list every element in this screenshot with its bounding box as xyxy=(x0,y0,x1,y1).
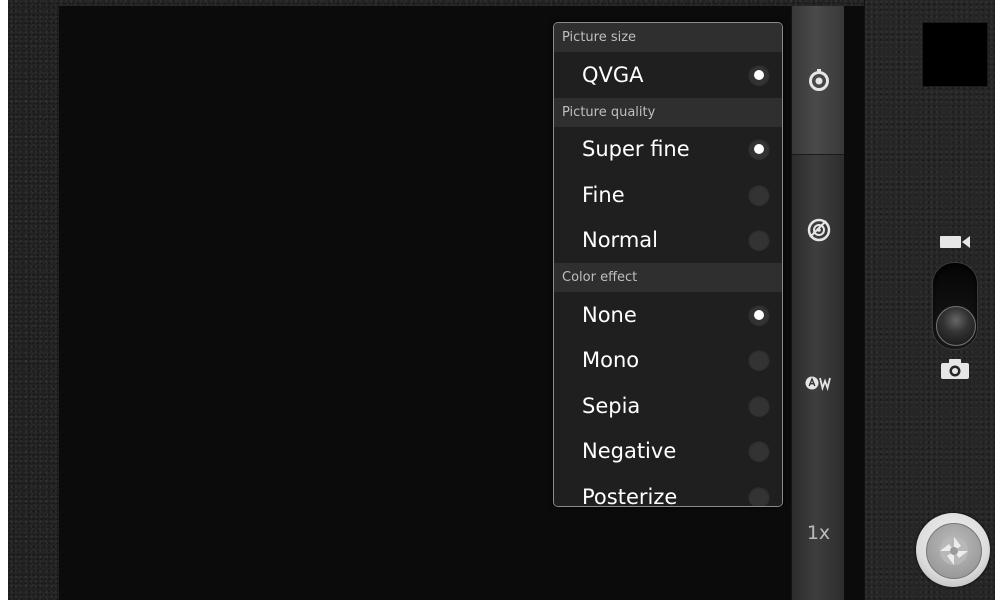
camera-settings-icon xyxy=(808,69,829,91)
section-header-picture-quality: Picture quality xyxy=(554,97,782,127)
shutter-button[interactable] xyxy=(916,513,990,587)
option-label: Sepia xyxy=(582,393,641,418)
video-camera-icon xyxy=(940,236,970,248)
camera-settings-popup: Picture size QVGA Picture quality Super … xyxy=(553,22,783,507)
zoom-level[interactable]: 1x xyxy=(792,522,845,544)
white-balance-auto-icon xyxy=(805,376,831,391)
option-negative[interactable]: Negative xyxy=(554,428,782,474)
option-none[interactable]: None xyxy=(554,292,782,338)
option-label: Fine xyxy=(582,182,625,207)
radio-unselected[interactable] xyxy=(748,440,770,463)
radio-selected[interactable] xyxy=(748,138,770,161)
section-header-picture-size: Picture size xyxy=(554,23,782,52)
camera-icon xyxy=(941,359,969,379)
scene-mode-icon xyxy=(807,218,830,242)
camera-video-mode-switch[interactable] xyxy=(932,262,978,350)
settings-bar-item-white-balance[interactable] xyxy=(792,368,845,398)
shutter-button-inner xyxy=(926,523,982,579)
option-label: QVGA xyxy=(582,62,644,87)
settings-bar: 1x xyxy=(791,6,846,600)
radio-unselected[interactable] xyxy=(748,229,770,252)
settings-bar-item-camera-settings[interactable] xyxy=(792,62,845,98)
option-qvga[interactable]: QVGA xyxy=(554,52,782,98)
option-label: Super fine xyxy=(582,137,690,162)
viewfinder-right-edge xyxy=(844,6,864,600)
option-label: Normal xyxy=(582,228,658,253)
left-edge xyxy=(0,0,8,600)
option-label: Posterize xyxy=(582,484,678,507)
section-header-color-effect: Color effect xyxy=(554,263,782,292)
settings-bar-item-scene-mode[interactable] xyxy=(792,212,845,248)
option-fine[interactable]: Fine xyxy=(554,172,782,218)
last-photo-thumbnail[interactable] xyxy=(922,22,988,87)
radio-unselected[interactable] xyxy=(748,349,770,372)
mode-video-option[interactable] xyxy=(938,232,972,252)
option-label: Negative xyxy=(582,439,677,464)
radio-unselected[interactable] xyxy=(748,394,770,417)
radio-unselected[interactable] xyxy=(748,485,770,506)
camera-screen: 1x Picture size QVGA Picture quality Sup… xyxy=(0,0,995,600)
option-label: Mono xyxy=(582,348,640,373)
radio-unselected[interactable] xyxy=(748,183,770,206)
aperture-icon xyxy=(940,537,968,565)
mode-camera-option[interactable] xyxy=(939,357,971,381)
option-normal[interactable]: Normal xyxy=(554,217,782,263)
radio-selected[interactable] xyxy=(748,303,770,326)
option-super-fine[interactable]: Super fine xyxy=(554,126,782,172)
option-sepia[interactable]: Sepia xyxy=(554,383,782,429)
radio-selected[interactable] xyxy=(748,63,770,86)
option-label: None xyxy=(582,302,637,327)
option-mono[interactable]: Mono xyxy=(554,337,782,383)
mode-switch-knob[interactable] xyxy=(936,306,976,346)
option-posterize[interactable]: Posterize xyxy=(554,474,782,507)
